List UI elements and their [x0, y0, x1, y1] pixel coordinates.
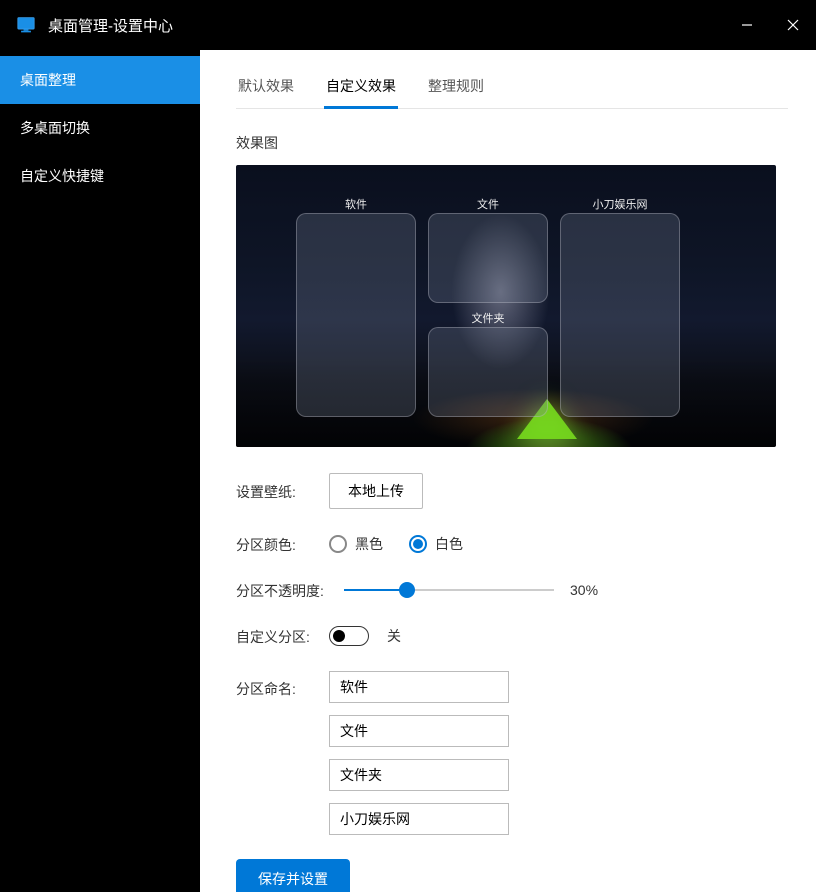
zone-name-input-3[interactable] — [329, 759, 509, 791]
preview-zone-label: 文件 — [429, 196, 547, 212]
zone-name-input-2[interactable] — [329, 715, 509, 747]
preview-zone-label: 小刀娱乐网 — [561, 196, 679, 212]
zone-color-label: 分区颜色: — [236, 533, 311, 555]
zone-naming-label: 分区命名: — [236, 671, 311, 699]
custom-zone-switch[interactable] — [329, 626, 369, 646]
sidebar: 桌面整理 多桌面切换 自定义快捷键 — [0, 50, 200, 892]
preview-zone-xiaodao: 小刀娱乐网 — [560, 213, 680, 417]
tab-custom-effect[interactable]: 自定义效果 — [324, 66, 398, 108]
switch-knob-icon — [333, 630, 345, 642]
preview-zone-folder: 文件夹 — [428, 327, 548, 417]
tabs: 默认效果 自定义效果 整理规则 — [236, 66, 788, 109]
zone-color-radio-group: 黑色 白色 — [329, 534, 463, 554]
slider-thumb-icon — [399, 582, 415, 598]
custom-zone-label: 自定义分区: — [236, 625, 311, 647]
opacity-slider[interactable] — [344, 580, 554, 600]
opacity-value: 30% — [570, 582, 598, 598]
preview-zone-label: 软件 — [297, 196, 415, 212]
preview-image: 软件 文件 小刀娱乐网 文件夹 — [236, 165, 776, 447]
tab-default-effect[interactable]: 默认效果 — [236, 66, 296, 108]
custom-zone-state: 关 — [387, 626, 401, 646]
radio-label: 白色 — [435, 534, 463, 554]
radio-black[interactable]: 黑色 — [329, 534, 383, 554]
zone-name-input-1[interactable] — [329, 671, 509, 703]
zone-name-input-4[interactable] — [329, 803, 509, 835]
preview-zone-label: 文件夹 — [429, 310, 547, 326]
sidebar-item-multi-desktop[interactable]: 多桌面切换 — [0, 104, 200, 152]
app-title: 桌面管理-设置中心 — [48, 15, 724, 36]
app-logo-icon — [16, 16, 36, 34]
save-button[interactable]: 保存并设置 — [236, 859, 350, 892]
radio-white[interactable]: 白色 — [409, 534, 463, 554]
minimize-button[interactable] — [724, 0, 770, 50]
upload-wallpaper-button[interactable]: 本地上传 — [329, 473, 423, 509]
radio-circle-icon — [409, 535, 427, 553]
radio-circle-icon — [329, 535, 347, 553]
titlebar: 桌面管理-设置中心 — [0, 0, 816, 50]
tab-organize-rules[interactable]: 整理规则 — [426, 66, 486, 108]
close-button[interactable] — [770, 0, 816, 50]
sidebar-item-custom-shortcut[interactable]: 自定义快捷键 — [0, 152, 200, 200]
content-area: 默认效果 自定义效果 整理规则 效果图 软件 文件 小刀娱乐网 文件夹 设置壁纸… — [200, 50, 816, 892]
preview-heading: 效果图 — [236, 133, 788, 153]
preview-zone-software: 软件 — [296, 213, 416, 417]
radio-label: 黑色 — [355, 534, 383, 554]
sidebar-item-desktop-organize[interactable]: 桌面整理 — [0, 56, 200, 104]
opacity-label: 分区不透明度: — [236, 579, 326, 601]
preview-zone-files: 文件 — [428, 213, 548, 303]
wallpaper-label: 设置壁纸: — [236, 480, 311, 502]
